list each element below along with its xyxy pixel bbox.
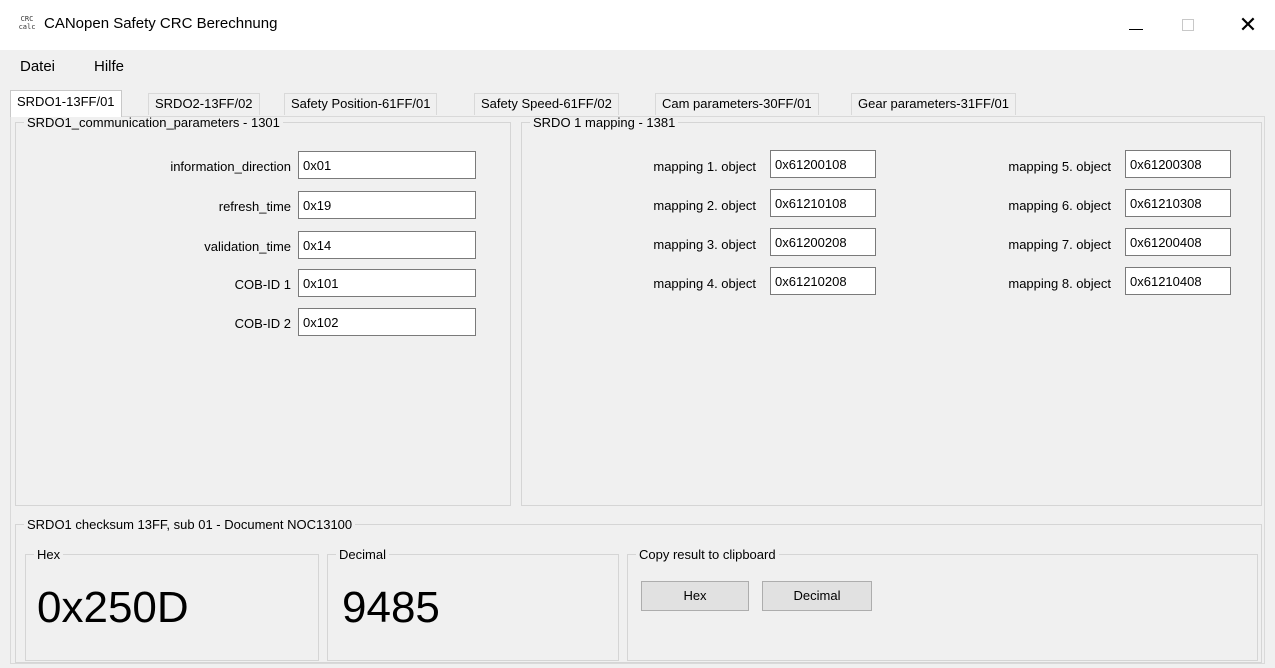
checksum-legend: SRDO1 checksum 13FF, sub 01 - Document N…: [27, 517, 353, 532]
label-mapping-1: mapping 1. object: [653, 159, 756, 174]
label-mapping-5: mapping 5. object: [1008, 159, 1111, 174]
window-title: CANopen Safety CRC Berechnung: [44, 15, 278, 32]
mapping-legend: SRDO 1 mapping - 1381: [533, 115, 676, 130]
client-area: SRDO1-13FF/01 SRDO2-13FF/02 Safety Posit…: [0, 82, 1275, 668]
app-crc-icon: CRC calc: [18, 15, 36, 33]
minimize-icon: [1129, 28, 1143, 30]
cob-id-1-input[interactable]: [298, 269, 476, 297]
hex-result-value: 0x250D: [37, 583, 189, 632]
validation-time-input[interactable]: [298, 231, 476, 259]
minimize-button[interactable]: [1108, 0, 1164, 50]
label-refresh-time: refresh_time: [218, 199, 291, 214]
menu-bar: Datei Hilfe: [0, 50, 1275, 82]
mapping-8-input[interactable]: [1125, 267, 1231, 295]
menu-datei[interactable]: Datei: [20, 58, 55, 75]
information-direction-input[interactable]: [298, 151, 476, 179]
tab-srdo2[interactable]: SRDO2-13FF/02: [148, 93, 260, 115]
mapping-2-input[interactable]: [770, 189, 876, 217]
mapping-5-input[interactable]: [1125, 150, 1231, 178]
copy-hex-button[interactable]: Hex: [641, 581, 749, 611]
close-button[interactable]: ✕: [1220, 0, 1275, 50]
decimal-result-value: 9485: [342, 583, 440, 632]
title-bar: CRC calc CANopen Safety CRC Berechnung ✕: [0, 0, 1275, 50]
label-mapping-4: mapping 4. object: [653, 276, 756, 291]
label-mapping-6: mapping 6. object: [1008, 198, 1111, 213]
mapping-1-input[interactable]: [770, 150, 876, 178]
maximize-icon: [1182, 19, 1194, 31]
menu-hilfe[interactable]: Hilfe: [94, 58, 124, 75]
mapping-4-input[interactable]: [770, 267, 876, 295]
close-icon: ✕: [1238, 12, 1258, 37]
tab-srdo1[interactable]: SRDO1-13FF/01: [10, 90, 122, 117]
tab-page-srdo1: SRDO1_communication_parameters - 1301 in…: [10, 115, 1265, 664]
copy-decimal-button[interactable]: Decimal: [762, 581, 872, 611]
refresh-time-input[interactable]: [298, 191, 476, 219]
tab-safety-position[interactable]: Safety Position-61FF/01: [284, 93, 438, 115]
label-mapping-2: mapping 2. object: [653, 198, 756, 213]
label-cob-id-2: COB-ID 2: [234, 316, 291, 331]
copy-clipboard-legend: Copy result to clipboard: [639, 547, 776, 562]
tab-safety-speed[interactable]: Safety Speed-61FF/02: [474, 93, 619, 115]
label-validation-time: validation_time: [204, 239, 291, 254]
hex-result-legend: Hex: [37, 547, 61, 562]
label-information-direction: information_direction: [170, 159, 291, 174]
tab-gear-parameters[interactable]: Gear parameters-31FF/01: [851, 93, 1017, 115]
cob-id-2-input[interactable]: [298, 308, 476, 336]
mapping-7-input[interactable]: [1125, 228, 1231, 256]
comm-params-legend: SRDO1_communication_parameters - 1301: [27, 115, 280, 130]
tab-cam-parameters[interactable]: Cam parameters-30FF/01: [655, 93, 819, 115]
mapping-3-input[interactable]: [770, 228, 876, 256]
app-icon-text-top: CRC: [20, 15, 34, 23]
decimal-result-legend: Decimal: [339, 547, 386, 562]
mapping-6-input[interactable]: [1125, 189, 1231, 217]
label-mapping-3: mapping 3. object: [653, 237, 756, 252]
label-mapping-7: mapping 7. object: [1008, 237, 1111, 252]
label-cob-id-1: COB-ID 1: [234, 277, 291, 292]
maximize-button: [1160, 0, 1216, 50]
app-icon-text-bottom: calc: [18, 23, 36, 31]
label-mapping-8: mapping 8. object: [1008, 276, 1111, 291]
